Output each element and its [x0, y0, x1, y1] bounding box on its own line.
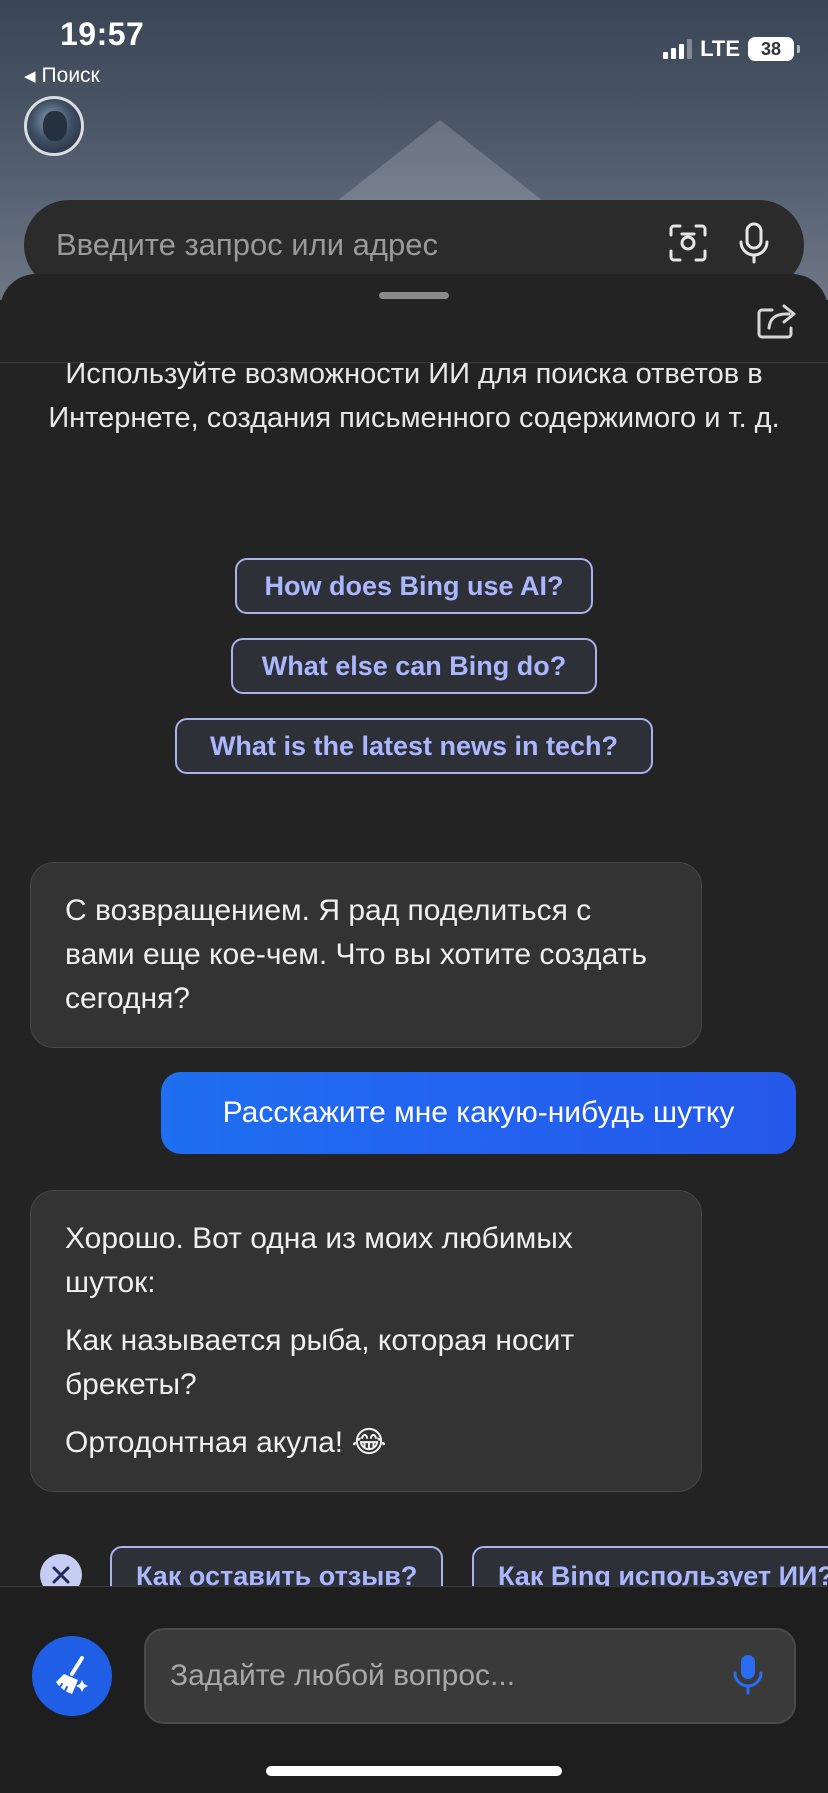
back-label: Поиск — [41, 64, 100, 87]
suggestion-chip-bing-do[interactable]: What else can Bing do? — [231, 638, 597, 694]
back-triangle-icon: ◀ — [24, 68, 36, 85]
bot-message-text: С возвращением. Я рад поделиться с вами … — [65, 894, 648, 1015]
visual-search-icon[interactable] — [668, 223, 708, 268]
search-input[interactable]: Введите запрос или адрес — [56, 227, 668, 263]
drag-handle[interactable] — [379, 292, 449, 299]
ask-input-placeholder: Задайте любой вопрос... — [170, 1659, 516, 1692]
microphone-icon[interactable] — [738, 222, 770, 269]
network-type: LTE — [700, 36, 740, 61]
bot-joke-line-3: Ортодонтная акула! 😂 — [65, 1426, 387, 1459]
user-message: Расскажите мне какую-нибудь шутку — [161, 1072, 796, 1154]
close-icon — [52, 1566, 70, 1584]
signal-strength-icon — [663, 39, 693, 59]
status-time: 19:57 — [60, 16, 145, 52]
ask-input-field[interactable]: Задайте любой вопрос... — [144, 1628, 796, 1724]
bot-message-welcome: С возвращением. Я рад поделиться с вами … — [30, 862, 702, 1048]
broom-icon — [56, 1656, 88, 1694]
avatar[interactable] — [24, 96, 84, 156]
close-suggestions-button[interactable] — [40, 1554, 82, 1586]
composer-microphone-icon[interactable] — [732, 1653, 764, 1700]
bot-joke-line-1: Хорошо. Вот одна из моих любимых шуток: — [65, 1222, 573, 1299]
followup-suggestions-row: Как оставить отзыв? Как Bing использует … — [0, 1540, 828, 1586]
intro-text: Используйте возможности ИИ для поиска от… — [48, 358, 780, 434]
back-to-search-link[interactable]: ◀ Поиск — [24, 64, 100, 88]
home-indicator[interactable] — [266, 1766, 562, 1776]
suggestion-chip-tech-news[interactable]: What is the latest news in tech? — [175, 718, 653, 774]
new-topic-button[interactable] — [32, 1636, 112, 1716]
bot-message-joke: Хорошо. Вот одна из моих любимых шуток: … — [30, 1190, 702, 1492]
share-icon[interactable] — [756, 300, 798, 340]
status-indicators: LTE 38 — [663, 36, 800, 62]
followup-chip-feedback[interactable]: Как оставить отзыв? — [110, 1546, 444, 1586]
user-message-text: Расскажите мне какую-нибудь шутку — [222, 1096, 735, 1129]
battery-level: 38 — [760, 38, 782, 59]
bot-joke-line-2: Как называется рыба, которая носит бреке… — [65, 1324, 575, 1401]
battery-icon: 38 — [748, 37, 800, 61]
suggestion-chip-bing-ai[interactable]: How does Bing use AI? — [235, 558, 593, 614]
followup-chip-bing-ai[interactable]: Как Bing использует ИИ? — [472, 1546, 828, 1586]
